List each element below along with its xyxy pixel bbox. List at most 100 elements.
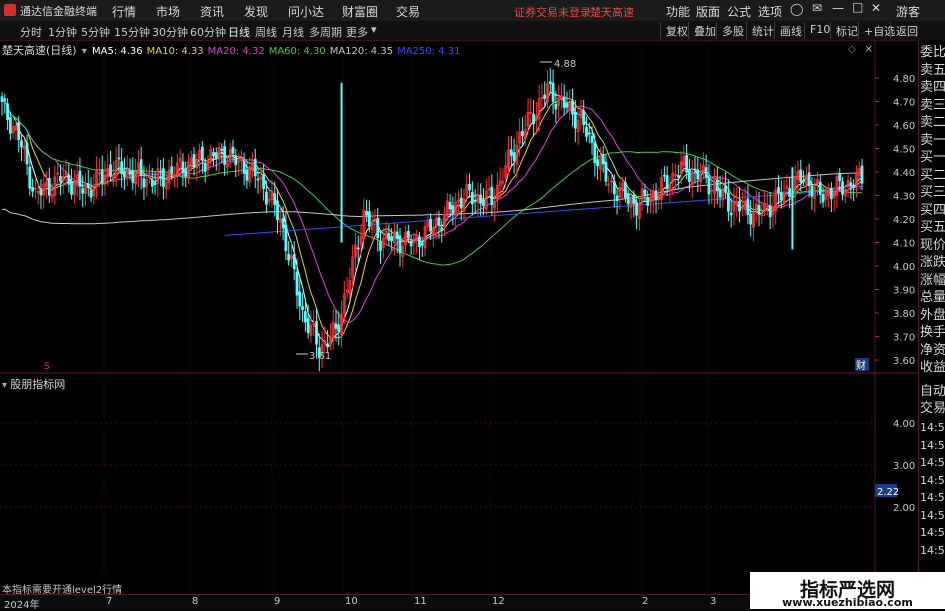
candle-body (849, 182, 853, 186)
menu-faxian[interactable]: 发现 (244, 3, 268, 20)
period-daily[interactable]: 日线 (228, 24, 250, 40)
period-5min[interactable]: 5分钟 (81, 24, 110, 40)
minimize-icon[interactable]: — (832, 1, 844, 15)
candle-body (67, 174, 71, 185)
ma-legend-item: MA120: 4.35 (329, 46, 394, 57)
candle-body (128, 171, 132, 175)
tick-time: 14:56 (920, 543, 945, 557)
quote-row-label: 涨跌 (920, 255, 945, 270)
candle-body (596, 159, 599, 167)
indicator-title[interactable]: 股朋指标网 (10, 378, 65, 391)
indicator-ticks: 4.00 3.00 2.00 (893, 419, 915, 514)
period-more[interactable]: 更多 (346, 24, 368, 40)
candle-body (420, 242, 424, 246)
candle-body (554, 103, 558, 110)
candle-body (532, 113, 535, 125)
menu-zixun[interactable]: 资讯 (200, 3, 224, 20)
chart-close-icon[interactable]: × (864, 42, 873, 55)
quote-row-label: 买三 (920, 185, 945, 200)
candle-body (459, 197, 463, 209)
period-60min[interactable]: 60分钟 (190, 24, 226, 40)
candle-body (409, 240, 413, 247)
tick-time: 14:56 (920, 438, 945, 452)
menu-gongneng[interactable]: 功能 (666, 3, 690, 20)
chart-menu-icon[interactable]: ▾ (82, 46, 87, 57)
quote-row-label: 买四 (920, 202, 945, 218)
candle-body (715, 180, 719, 192)
restore-icon[interactable]: □ (852, 0, 863, 14)
candle-body (582, 110, 586, 126)
candle-body (159, 170, 163, 173)
period-30min[interactable]: 30分钟 (152, 24, 188, 40)
menu-hangqing[interactable]: 行情 (112, 3, 136, 20)
candle-body (153, 183, 157, 185)
candle-body (200, 146, 204, 161)
indicator-menu-icon[interactable]: ▾ (2, 380, 7, 391)
candle-body (306, 318, 310, 334)
kline-chart-svg[interactable]: 4.80 4.70 4.60 4.50 4.40 4.30 4.20 4.10 4.00 3.90… (0, 40, 918, 592)
candle-body (829, 187, 833, 199)
candle-body (245, 169, 249, 181)
menu-xuanxiang[interactable]: 选项 (758, 3, 782, 20)
more-dropdown-icon[interactable]: ▾ (371, 23, 377, 36)
menu-caifuquan[interactable]: 财富圈 (342, 3, 378, 20)
period-multi[interactable]: 多周期 (309, 24, 342, 40)
btn-huaxian[interactable]: 画线 (774, 22, 807, 39)
quote-row-label: 委比 (920, 45, 945, 60)
menu-jiaoyi[interactable]: 交易 (396, 3, 420, 20)
menu-bar: 通达信金融终端 行情 市场 资讯 发现 问小达 财富圈 交易 证券交易未登录 楚… (0, 0, 945, 22)
candle-body (231, 146, 235, 154)
login-notice[interactable]: 证券交易未登录 (514, 4, 591, 20)
chat-icon[interactable]: ✉ (812, 1, 822, 15)
ma-legend-item: MA250: 4.31 (397, 46, 461, 57)
period-monthly[interactable]: 月线 (282, 24, 304, 40)
candle-body (768, 205, 772, 218)
candle-body (301, 306, 304, 310)
date-axis-label: 2 (642, 596, 649, 607)
candle-body (852, 184, 856, 188)
price-ticks: 4.80 4.70 4.60 4.50 4.40 4.30 4.20 4.10 4.00 3.90… (875, 74, 915, 367)
tick-time: 14:56 (920, 421, 945, 434)
menu-wenxiaoda[interactable]: 问小达 (288, 3, 324, 20)
candle-body (635, 202, 638, 216)
menu-banmian[interactable]: 版面 (696, 3, 720, 20)
quote-row-label: 卖五 (920, 62, 945, 78)
candle-body (8, 117, 12, 134)
candle-body (585, 126, 588, 137)
btn-duogu[interactable]: 多股 (716, 22, 749, 39)
candle-body (724, 185, 728, 193)
kline-chart-area[interactable]: 4.80 4.70 4.60 4.50 4.40 4.30 4.20 4.10 4.00 3.90… (0, 40, 918, 596)
candle-body (100, 169, 104, 183)
candle-body (718, 189, 722, 198)
candle-body (543, 94, 547, 99)
close-icon[interactable]: ✕ (871, 1, 881, 15)
period-weekly[interactable]: 周线 (255, 24, 277, 40)
menu-shichang[interactable]: 市场 (156, 3, 180, 20)
finance-badge[interactable]: 财 (856, 359, 866, 372)
price-tick-label: 3.80 (893, 309, 915, 320)
price-tick-label: 4.50 (893, 145, 915, 156)
candle-body (451, 205, 455, 214)
refresh-icon[interactable]: ◯ (790, 2, 803, 16)
period-1min[interactable]: 1分钟 (48, 24, 77, 40)
candle-body (184, 169, 188, 177)
candle-body (551, 82, 555, 102)
candle-body (203, 163, 207, 172)
period-fenshi[interactable]: 分时 (20, 24, 42, 40)
period-15min[interactable]: 15分钟 (114, 24, 150, 40)
menu-gongshi[interactable]: 公式 (727, 3, 751, 20)
guest-label[interactable]: 游客 (896, 3, 920, 20)
price-tick-label: 4.10 (893, 239, 915, 250)
candle-body (688, 170, 691, 182)
candle-body (86, 183, 90, 188)
candle-body (284, 224, 288, 252)
candle-body (479, 194, 483, 204)
candle-body (512, 152, 516, 161)
chart-settings-icon[interactable]: ◇ (848, 44, 856, 55)
date-axis-label: 11 (414, 596, 427, 607)
trade-row-label: 交易 (920, 401, 945, 416)
candle-body (303, 311, 307, 323)
chart-header: 楚天高速(日线) ▾ MA5: 4.36 MA10: 4.33 MA20: 4.32… (2, 42, 464, 58)
candle-body (295, 271, 299, 296)
btn-back[interactable]: 返回 (890, 22, 923, 39)
